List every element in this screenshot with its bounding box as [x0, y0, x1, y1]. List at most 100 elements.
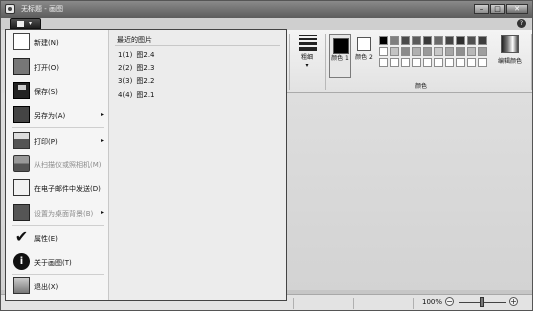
recent-picture-name: 图2.1 — [136, 91, 155, 99]
palette-swatch[interactable] — [379, 47, 388, 56]
status-separator — [353, 298, 354, 309]
maximize-button[interactable]: □ — [490, 4, 505, 14]
menu-item[interactable]: 新建(N) — [6, 30, 108, 54]
minimize-button[interactable]: – — [474, 4, 489, 14]
menu-item-label: 打开(O) — [34, 64, 59, 72]
zoom-out-button[interactable]: − — [445, 297, 454, 306]
menu-item[interactable]: 另存为(A) ▸ — [6, 103, 108, 127]
ribbon-separator — [325, 34, 326, 90]
checkmark-icon: ✔ — [14, 227, 29, 246]
zoom-in-button[interactable]: + — [509, 297, 518, 306]
sizes-button[interactable]: 粗细 ▾ — [297, 54, 317, 70]
palette-swatch[interactable] — [401, 58, 410, 67]
palette-swatch[interactable] — [412, 47, 421, 56]
application-menu: 新建(N) 打开(O) 保存(S) 另存为(A) ▸ 打印(P) ▸ 从扫描仪或照相机(M) 在… — [5, 29, 287, 301]
save-as-icon — [13, 106, 30, 123]
palette-swatch[interactable] — [423, 47, 432, 56]
paint-app-icon[interactable] — [5, 4, 15, 14]
menu-item[interactable]: 退出(X) — [6, 274, 108, 298]
title-bar[interactable]: 无标题 - 画图 – □ ✕ — [1, 1, 532, 18]
palette-swatch[interactable] — [401, 36, 410, 45]
recent-picture-item[interactable]: 2(2) 图2.3 — [118, 63, 155, 73]
window-title: 无标题 - 画图 — [21, 5, 63, 13]
palette-swatch[interactable] — [467, 36, 476, 45]
palette-swatch[interactable] — [423, 58, 432, 67]
palette-swatch[interactable] — [434, 36, 443, 45]
palette-swatch[interactable] — [478, 47, 487, 56]
palette-swatch[interactable] — [390, 58, 399, 67]
palette-swatch[interactable] — [467, 47, 476, 56]
recent-pictures-title: 最近的图片 — [117, 36, 152, 44]
submenu-arrow-icon: ▸ — [101, 209, 105, 216]
menu-item-label: 从扫描仪或照相机(M) — [34, 161, 102, 169]
sizes-group[interactable]: 粗细 ▾ — [285, 30, 329, 92]
edit-colors-label: 编辑颜色 — [497, 58, 522, 65]
recent-picture-item[interactable]: 1(1) 图2.4 — [118, 50, 155, 60]
line-sizes-icon — [299, 35, 317, 53]
palette-swatch[interactable] — [423, 36, 432, 45]
close-button[interactable]: ✕ — [506, 4, 528, 14]
ribbon-separator — [531, 34, 532, 90]
menu-item[interactable]: 保存(S) — [6, 79, 108, 103]
palette-swatch[interactable] — [390, 36, 399, 45]
color-spectrum-icon — [501, 35, 519, 53]
color2-label: 颜色 2 — [355, 54, 373, 61]
submenu-arrow-icon: ▸ — [101, 111, 105, 118]
palette-swatch[interactable] — [379, 36, 388, 45]
color1-label: 颜色 1 — [331, 55, 349, 62]
paint-window: 无标题 - 画图 – □ ✕ ? 粗细 ▾ 颜色 1 颜色 2 编辑颜色 颜色 … — [0, 0, 533, 311]
menu-item-label: 关于画图(T) — [34, 259, 72, 267]
recent-picture-index: 3(3) — [118, 77, 133, 85]
palette-swatch[interactable] — [401, 47, 410, 56]
menu-item-label: 设置为桌面背景(B) — [34, 210, 94, 218]
palette-swatch[interactable] — [456, 36, 465, 45]
help-icon[interactable]: ? — [517, 19, 526, 28]
menu-item[interactable]: 打开(O) — [6, 55, 108, 79]
palette-swatch[interactable] — [379, 58, 388, 67]
palette-swatch[interactable] — [434, 58, 443, 67]
recent-picture-name: 图2.4 — [136, 51, 155, 59]
color1-button[interactable]: 颜色 1 — [329, 34, 351, 78]
zoom-slider-thumb[interactable] — [480, 297, 484, 307]
menu-item[interactable]: ✔ 属性(E) — [6, 226, 108, 250]
menu-item: 从扫描仪或照相机(M) — [6, 152, 108, 176]
desktop-background-icon — [13, 204, 30, 221]
recent-picture-index: 4(4) — [118, 91, 133, 99]
palette-swatch[interactable] — [456, 58, 465, 67]
menu-item[interactable]: 打印(P) ▸ — [6, 129, 108, 153]
menu-item[interactable]: 在电子邮件中发送(D) — [6, 176, 108, 200]
palette-swatch[interactable] — [467, 58, 476, 67]
menu-commands: 新建(N) 打开(O) 保存(S) 另存为(A) ▸ 打印(P) ▸ 从扫描仪或照相机(M) 在… — [6, 30, 109, 300]
menu-item-label: 打印(P) — [34, 138, 58, 146]
color2-button[interactable]: 颜色 2 — [354, 34, 376, 78]
palette-swatch[interactable] — [412, 36, 421, 45]
new-document-icon — [13, 33, 30, 50]
status-separator — [293, 298, 294, 309]
status-separator — [413, 298, 414, 309]
recent-picture-name: 图2.3 — [136, 64, 155, 72]
palette-swatch[interactable] — [445, 47, 454, 56]
paint-menu-icon — [17, 21, 24, 27]
info-icon: i — [13, 253, 30, 270]
edit-colors-button[interactable]: 编辑颜色 — [492, 35, 528, 73]
paint-menu-button[interactable]: ▾ — [10, 18, 41, 29]
menu-item-label: 保存(S) — [34, 88, 58, 96]
palette-swatch[interactable] — [390, 47, 399, 56]
ribbon-panel: 粗细 ▾ 颜色 1 颜色 2 编辑颜色 颜色 — [285, 30, 532, 93]
open-folder-icon — [13, 58, 30, 75]
recent-picture-item[interactable]: 3(3) 图2.2 — [118, 76, 155, 86]
palette-swatch[interactable] — [456, 47, 465, 56]
palette-swatch[interactable] — [434, 47, 443, 56]
palette-swatch[interactable] — [478, 36, 487, 45]
save-disk-icon — [13, 82, 30, 99]
menu-item: 设置为桌面背景(B) ▸ — [6, 201, 108, 225]
menu-item[interactable]: i 关于画图(T) — [6, 250, 108, 274]
palette-swatch[interactable] — [478, 58, 487, 67]
color1-swatch — [333, 38, 349, 54]
palette-swatch[interactable] — [445, 36, 454, 45]
recent-picture-item[interactable]: 4(4) 图2.1 — [118, 90, 155, 100]
palette-swatch[interactable] — [412, 58, 421, 67]
menu-item-label: 新建(N) — [34, 39, 59, 47]
menu-item-label: 另存为(A) — [34, 112, 66, 120]
palette-swatch[interactable] — [445, 58, 454, 67]
